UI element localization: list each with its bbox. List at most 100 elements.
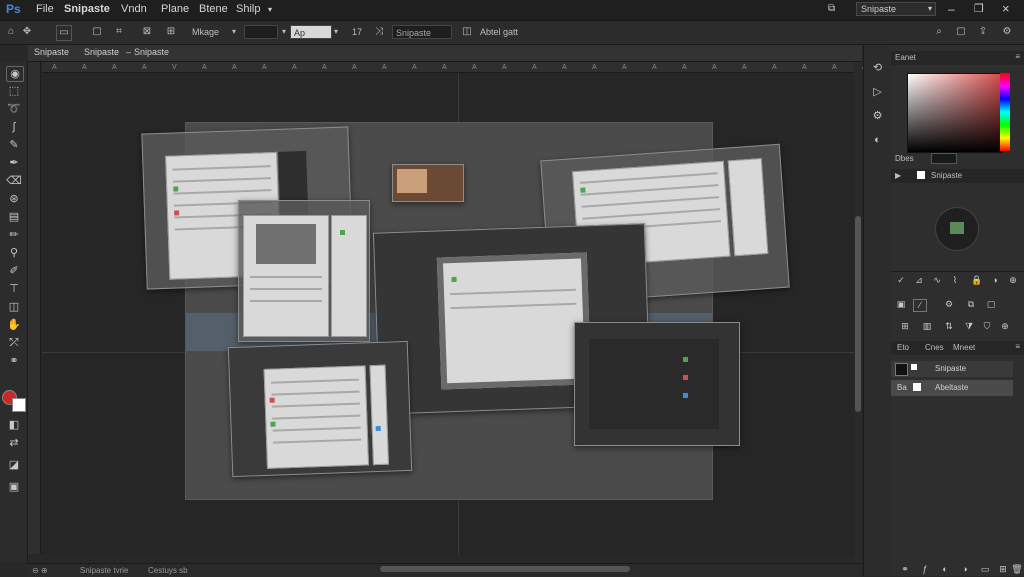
- background-color-swatch[interactable]: [12, 398, 26, 412]
- chevron-down-icon[interactable]: ▾: [334, 27, 338, 36]
- action-label[interactable]: Abtel gatt: [480, 27, 518, 37]
- lock-icon[interactable]: 🔒: [971, 275, 983, 286]
- transform-icon[interactable]: ⊠: [140, 25, 154, 39]
- color-field[interactable]: [244, 25, 278, 39]
- zoom-icon[interactable]: ⊖ ⊕: [32, 566, 48, 575]
- eraser-tool-icon[interactable]: ⌫: [6, 174, 22, 188]
- new-layer-icon[interactable]: ⊞: [997, 564, 1009, 575]
- type-tool-icon[interactable]: ⊤: [6, 282, 22, 296]
- shield-icon[interactable]: ⛉: [981, 321, 993, 332]
- snippet-photo[interactable]: [392, 164, 464, 202]
- move-tool-icon[interactable]: ✥: [20, 25, 34, 39]
- eye-tool-icon[interactable]: ◉: [6, 66, 24, 82]
- hand-tool-icon[interactable]: ✋: [6, 318, 22, 332]
- swap-colors-icon[interactable]: ⇄: [6, 436, 22, 450]
- swatch-field[interactable]: [931, 153, 957, 164]
- adjustment-layer-icon[interactable]: ◑: [959, 564, 971, 575]
- pen-tool-icon[interactable]: ✒: [6, 156, 22, 170]
- restore-icon[interactable]: ❐: [974, 2, 984, 15]
- filter-icon[interactable]: ⧩: [963, 321, 975, 332]
- brush-preview[interactable]: [935, 207, 979, 251]
- menu-btene[interactable]: Btene: [199, 3, 228, 15]
- frame-icon[interactable]: ▢: [985, 299, 997, 310]
- brush-icon[interactable]: ∕: [913, 299, 927, 312]
- menu-plane[interactable]: Plane: [161, 3, 189, 15]
- vertical-scroll-thumb[interactable]: [855, 216, 861, 412]
- actions-icon[interactable]: ▷: [870, 85, 885, 100]
- properties-icon[interactable]: ⚙: [870, 109, 885, 124]
- curve-tool-icon[interactable]: ∫: [6, 120, 22, 134]
- brush-tool-icon[interactable]: ✎: [6, 138, 22, 152]
- horizontal-scroll-thumb[interactable]: [380, 566, 630, 572]
- image-icon[interactable]: ▣: [895, 299, 907, 310]
- curves-icon[interactable]: ∿: [931, 275, 943, 286]
- menu-snipaste[interactable]: Snipaste: [64, 3, 110, 15]
- search-icon[interactable]: ⌕: [932, 25, 946, 39]
- settings-icon[interactable]: ⚙: [1000, 25, 1014, 39]
- warp-icon[interactable]: ⤨: [372, 25, 386, 39]
- zoom-tool-icon[interactable]: ⚭: [6, 354, 22, 368]
- tab-snipaste-2[interactable]: Snipaste: [84, 47, 119, 57]
- expand-icon[interactable]: ▶: [895, 171, 901, 180]
- arrange-icon[interactable]: ⧉: [828, 3, 842, 15]
- tab-snipaste-1[interactable]: Snipaste: [34, 47, 69, 57]
- chevron-down-icon[interactable]: ▾: [282, 27, 286, 36]
- pen-path-icon[interactable]: ✐: [6, 264, 22, 278]
- lasso-tool-icon[interactable]: ➰: [6, 102, 22, 116]
- color-picker-field[interactable]: [907, 73, 1003, 153]
- link-icon[interactable]: ⊕: [1007, 275, 1019, 286]
- exposure-icon[interactable]: ⌇: [949, 275, 961, 286]
- marquee-icon[interactable]: ▭: [56, 25, 72, 41]
- settings-icon[interactable]: ⚙: [943, 299, 955, 310]
- chevron-down-icon[interactable]: ▾: [268, 5, 272, 14]
- menu-icon[interactable]: ≡: [1015, 342, 1020, 351]
- levels-icon[interactable]: ⊿: [913, 275, 925, 286]
- search-field[interactable]: Snipaste: [392, 25, 452, 39]
- frame-mode-icon[interactable]: ▣: [6, 480, 22, 494]
- menu-file[interactable]: File: [36, 3, 54, 15]
- hue-slider[interactable]: [1000, 73, 1010, 151]
- snippet-window[interactable]: [238, 200, 370, 342]
- pencil-tool-icon[interactable]: ✏: [6, 228, 22, 242]
- fx-icon[interactable]: ƒ: [919, 564, 931, 575]
- tab-close-icon[interactable]: ‒: [126, 47, 131, 57]
- chart-icon[interactable]: ▥: [921, 321, 933, 332]
- frame-icon[interactable]: ▢: [954, 25, 968, 39]
- menu-shilp[interactable]: Shilp: [236, 3, 260, 15]
- adjust-icon[interactable]: ✓: [895, 275, 907, 286]
- marquee-tool-icon[interactable]: ⬚: [6, 84, 22, 98]
- stamp-tool-icon[interactable]: ⊛: [6, 192, 22, 206]
- menu-icon[interactable]: ≡: [1015, 52, 1020, 61]
- grid-icon[interactable]: ⊞: [899, 321, 911, 332]
- tab-channels[interactable]: Cnes: [925, 343, 944, 352]
- adjustments-icon[interactable]: ◐: [870, 133, 885, 148]
- link-layers-icon[interactable]: ⚭: [899, 564, 911, 575]
- snippet-window[interactable]: [227, 340, 413, 478]
- tab-layers[interactable]: Eto: [897, 343, 909, 352]
- menu-view[interactable]: Vndn: [121, 3, 147, 15]
- grid-icon[interactable]: ⊞: [164, 25, 178, 39]
- layer-row[interactable]: Snipaste: [891, 361, 1013, 377]
- tab-snipaste-3[interactable]: Snipaste: [134, 47, 169, 57]
- trash-icon[interactable]: 🗑: [1011, 564, 1023, 575]
- mask-icon[interactable]: ◑: [989, 275, 1001, 286]
- screen-mode-icon[interactable]: ◪: [6, 458, 22, 472]
- quick-mask-icon[interactable]: ◧: [6, 418, 22, 432]
- value-field[interactable]: Ap: [290, 25, 332, 39]
- copy-icon[interactable]: ⧉: [965, 299, 977, 310]
- mask-icon[interactable]: ◐: [939, 564, 951, 575]
- shape-tool-icon[interactable]: ◫: [6, 300, 22, 314]
- home-icon[interactable]: ⌂: [4, 25, 18, 39]
- snippet-window[interactable]: [574, 322, 740, 446]
- panel-toggle-icon[interactable]: ◫: [460, 25, 474, 39]
- crop-icon[interactable]: ⌗: [112, 25, 126, 39]
- workspace-select[interactable]: Snipaste ▾: [856, 2, 936, 16]
- sort-icon[interactable]: ⇅: [943, 321, 955, 332]
- chevron-down-icon[interactable]: ▾: [232, 27, 236, 36]
- add-icon[interactable]: ⊕: [999, 321, 1011, 332]
- folder-icon[interactable]: ▭: [979, 564, 991, 575]
- layer-row[interactable]: Ba Abeltaste: [891, 380, 1013, 396]
- gradient-tool-icon[interactable]: ▤: [6, 210, 22, 224]
- history-icon[interactable]: ⟲: [870, 61, 885, 76]
- path-select-icon[interactable]: ⤱: [6, 336, 22, 350]
